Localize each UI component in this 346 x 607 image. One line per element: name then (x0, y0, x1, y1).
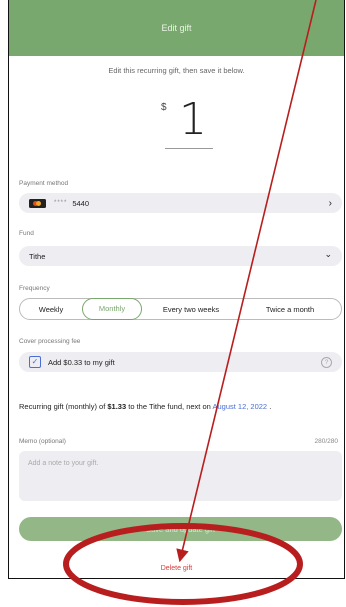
annotation-circle (63, 523, 303, 605)
annotation-arrow (176, 0, 317, 563)
annotation-overlay (63, 0, 317, 605)
